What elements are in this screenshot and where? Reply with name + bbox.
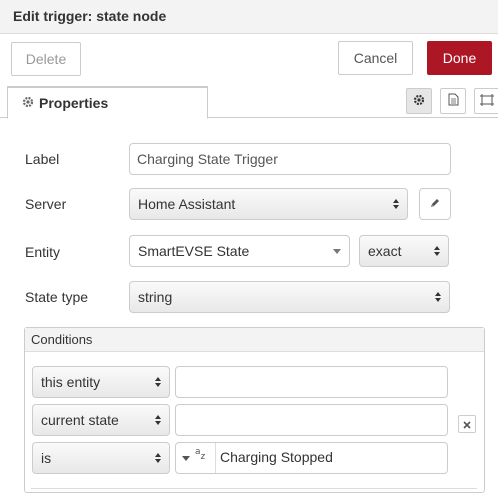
entity-field-label: Entity (25, 244, 61, 260)
entity-combobox-value: SmartEVSE State (138, 243, 250, 259)
tab-properties[interactable]: Properties (7, 86, 208, 119)
cancel-button[interactable]: Cancel (338, 41, 413, 75)
string-type-icon: az (195, 447, 206, 462)
server-field-label: Server (25, 196, 67, 212)
select-arrows-icon (155, 377, 161, 387)
remove-condition-button[interactable] (458, 415, 476, 433)
condition-select-value: this entity (41, 374, 101, 390)
chevron-down-icon (333, 249, 341, 254)
condition-entity-select[interactable]: this entity (32, 366, 170, 398)
gear-icon (22, 96, 34, 111)
appearance-tab-button[interactable] (474, 88, 498, 114)
select-arrows-icon (155, 415, 161, 425)
value-type-toggle[interactable]: az (176, 443, 216, 473)
entity-combobox[interactable]: SmartEVSE State (129, 235, 350, 267)
select-arrows-icon (435, 292, 441, 302)
condition-operator-select[interactable]: is (32, 442, 170, 474)
conditions-header: Conditions (25, 328, 484, 352)
dialog-title: Edit trigger: state node (13, 8, 167, 24)
label-field-label: Label (25, 151, 60, 167)
caret-down-icon (182, 456, 190, 461)
document-icon (448, 93, 459, 109)
state-type-select[interactable]: string (129, 281, 450, 313)
dialog-header: Edit trigger: state node (0, 0, 498, 34)
properties-tab-button[interactable] (406, 88, 432, 114)
done-button[interactable]: Done (427, 41, 492, 75)
tab-properties-label: Properties (39, 95, 109, 111)
entity-match-value: exact (368, 243, 402, 259)
pencil-icon (429, 196, 441, 212)
entity-match-select[interactable]: exact (359, 235, 449, 267)
frame-icon (480, 93, 494, 109)
conditions-panel: Conditions this entity current state is … (24, 327, 485, 493)
conditions-divider (31, 488, 477, 489)
condition-entity-input[interactable] (175, 366, 448, 398)
server-select[interactable]: Home Assistant (129, 188, 408, 220)
condition-select-value: current state (41, 412, 119, 428)
conditions-title: Conditions (31, 332, 93, 347)
edit-server-button[interactable] (419, 188, 451, 220)
state-type-field-label: State type (25, 289, 89, 305)
condition-property-select[interactable]: current state (32, 404, 170, 436)
state-type-value: string (138, 289, 173, 305)
condition-select-value: is (41, 450, 52, 466)
select-arrows-icon (393, 199, 399, 209)
label-input[interactable]: Charging State Trigger (129, 143, 451, 175)
condition-value-typed-input[interactable]: az Charging Stopped (175, 442, 448, 474)
select-arrows-icon (155, 453, 161, 463)
gear-icon (413, 93, 425, 109)
delete-button[interactable]: Delete (11, 42, 81, 76)
condition-property-input[interactable] (175, 404, 448, 436)
description-tab-button[interactable] (440, 88, 466, 114)
close-icon (463, 416, 471, 432)
select-arrows-icon (434, 246, 440, 256)
server-select-value: Home Assistant (138, 196, 236, 212)
condition-value-text: Charging Stopped (220, 449, 333, 465)
